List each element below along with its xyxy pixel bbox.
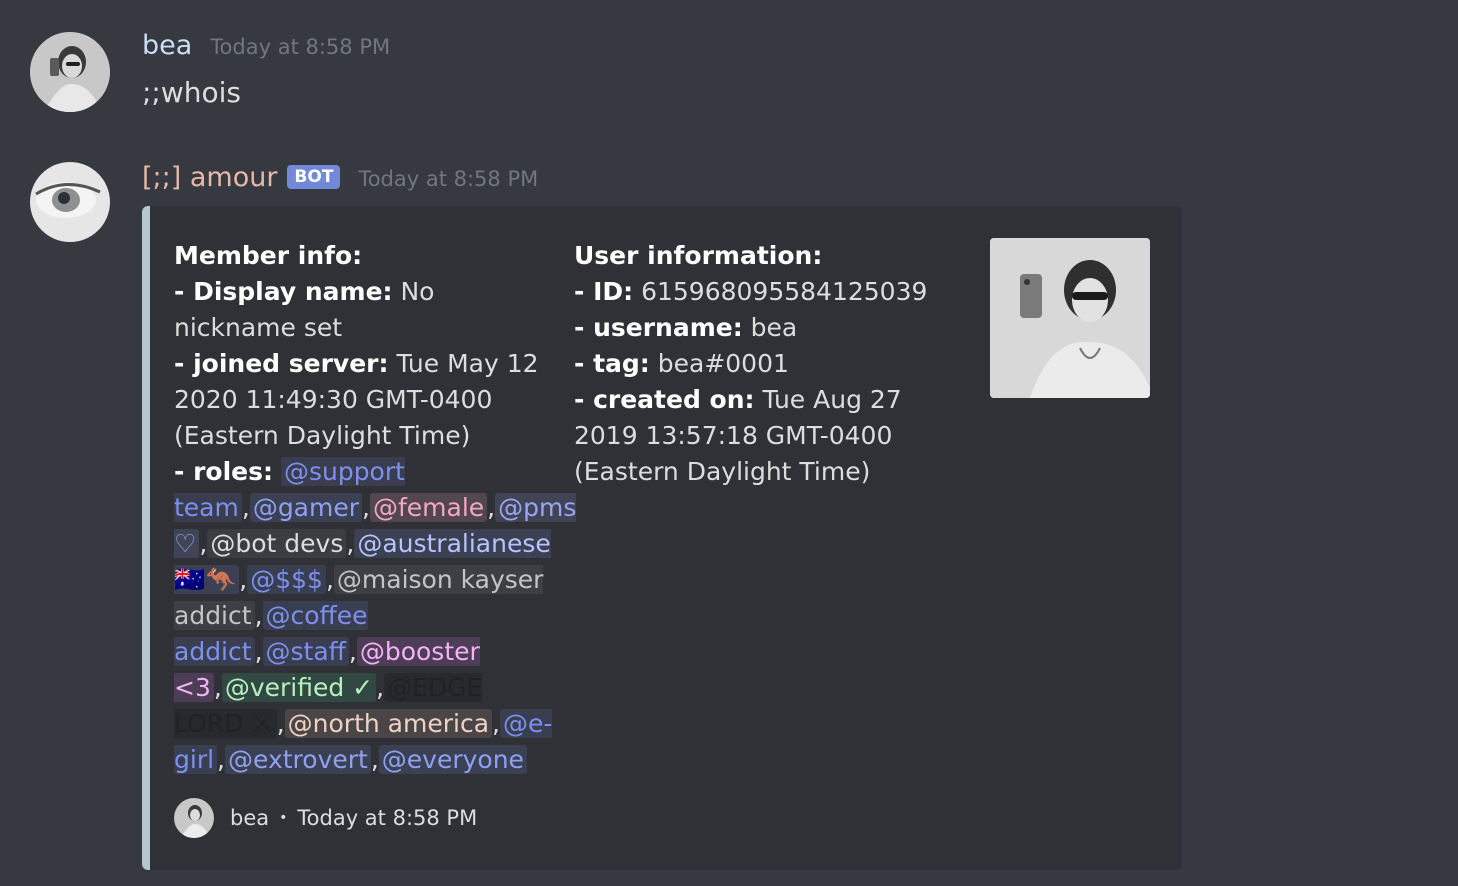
created-line: - created on: Tue Aug 27 2019 13:57:18 G… bbox=[574, 385, 902, 486]
role-mention[interactable]: @bot devs bbox=[207, 529, 347, 558]
role-mention[interactable]: @female bbox=[369, 493, 488, 522]
roles-line: - roles: @support team, @gamer, @female, @p… bbox=[174, 457, 577, 774]
whois-embed: Member info: - Display name: No nickname… bbox=[142, 206, 1182, 870]
author-name[interactable]: bea bbox=[142, 30, 192, 61]
role-mention[interactable]: @$$$ bbox=[247, 565, 326, 594]
username-value: bea bbox=[750, 313, 798, 342]
bot-name[interactable]: [;;] amour bbox=[142, 162, 277, 193]
user-info-title: User information: bbox=[574, 241, 823, 270]
footer-timestamp: Today at 8:58 PM bbox=[297, 806, 478, 830]
profile-thumbnail-icon[interactable] bbox=[990, 238, 1150, 398]
footer-separator: • bbox=[279, 810, 288, 826]
tag-value: bea#0001 bbox=[657, 349, 789, 378]
member-info-title: Member info: bbox=[174, 241, 363, 270]
member-info-field: Member info: - Display name: No nickname… bbox=[174, 238, 577, 778]
bot-badge: BOT bbox=[287, 165, 341, 189]
user-info-field: User information: - ID: 6159680955841250… bbox=[574, 238, 944, 490]
joined-line: - joined server: Tue May 12 2020 11:49:3… bbox=[174, 349, 539, 450]
embed-footer: bea • Today at 8:58 PM bbox=[174, 798, 477, 838]
display-name-line: - Display name: No nickname set bbox=[174, 277, 435, 342]
role-mention[interactable]: @north america bbox=[284, 709, 493, 738]
bot-avatar-icon[interactable] bbox=[30, 162, 110, 242]
role-mention[interactable]: @staff bbox=[262, 637, 349, 666]
bot-timestamp: Today at 8:58 PM bbox=[358, 167, 539, 191]
username-line: - username: bea bbox=[574, 313, 798, 342]
message-content: ;;whois bbox=[142, 76, 242, 109]
role-mention[interactable]: @gamer bbox=[249, 493, 363, 522]
id-value: 615968095584125039 bbox=[641, 277, 928, 306]
footer-avatar-icon bbox=[174, 798, 214, 838]
message-bea: bea Today at 8:58 PM ;;whois bbox=[0, 0, 1458, 140]
embed-accent-bar bbox=[142, 206, 150, 870]
footer-author: bea bbox=[230, 806, 270, 830]
user-avatar-icon[interactable] bbox=[30, 32, 110, 112]
role-mention[interactable]: @everyone bbox=[378, 745, 527, 774]
id-line: - ID: 615968095584125039 bbox=[574, 277, 928, 306]
tag-line: - tag: bea#0001 bbox=[574, 349, 789, 378]
message-timestamp: Today at 8:58 PM bbox=[210, 35, 391, 59]
role-mention[interactable]: @extrovert bbox=[225, 745, 371, 774]
role-mention[interactable]: @verified ✓ bbox=[221, 673, 377, 702]
